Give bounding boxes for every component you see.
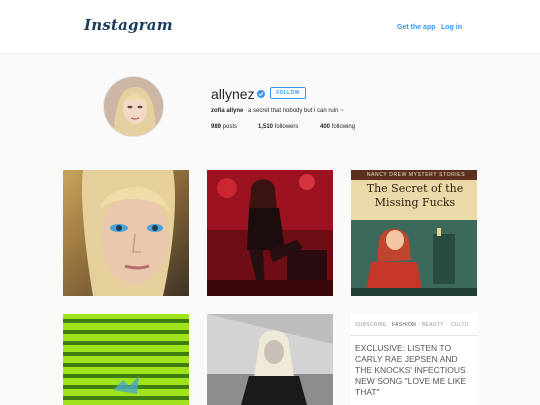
post-thumbnail-stage[interactable] [207,170,333,296]
post-image [207,170,333,296]
profile-full-name: zofia allyne [211,108,244,114]
book-title-text: The Secret of the Missing Fucks [366,182,464,209]
log-in-link[interactable]: Log in [441,24,462,31]
post-image [63,170,189,296]
get-the-app-link[interactable]: Get the app [397,24,436,31]
magazine-nav-item: FASHION [392,322,417,328]
magazine-nav-bar: SUBSCRIBE FASHION BEAUTY CULTU [351,314,477,336]
follow-button[interactable]: FOLLOW [270,87,306,99]
avatar-photo [104,77,163,136]
magazine-nav-item: BEAUTY [422,322,444,328]
top-navigation-bar: Instagram Get the app Log in [0,0,540,54]
post-thumbnail-portrait[interactable] [63,170,189,296]
profile-bio: zofia allyne a secret that nobody but i … [211,108,344,114]
post-thumbnail-green-blinds[interactable] [63,314,189,405]
posts-count: 989 posts [211,124,238,130]
followers-count[interactable]: 1,510 followers [258,124,298,130]
profile-avatar[interactable] [103,76,164,137]
magazine-headline: EXCLUSIVE: LISTEN TO CARLY RAE JEPSEN AN… [355,343,467,397]
instagram-logo[interactable]: Instagram [84,16,173,34]
profile-bio-text: a secret that nobody but i can ruin ~ [248,108,344,114]
profile-username: allynez [211,86,255,102]
magazine-nav-item: CULTU [451,322,469,328]
verified-badge-icon [257,90,265,98]
post-thumbnail-magazine-article[interactable]: SUBSCRIBE FASHION BEAUTY CULTU EXCLUSIVE… [351,314,477,405]
post-thumbnail-bw-portrait[interactable] [207,314,333,405]
magazine-nav-item: SUBSCRIBE [355,322,387,328]
post-thumbnail-book-cover[interactable]: NANCY DREW MYSTERY STORIES The Secret of… [351,170,477,296]
following-count[interactable]: 400 following [320,124,355,130]
post-image [63,314,189,405]
post-image [207,314,333,405]
book-series-text: NANCY DREW MYSTERY STORIES [366,172,466,178]
